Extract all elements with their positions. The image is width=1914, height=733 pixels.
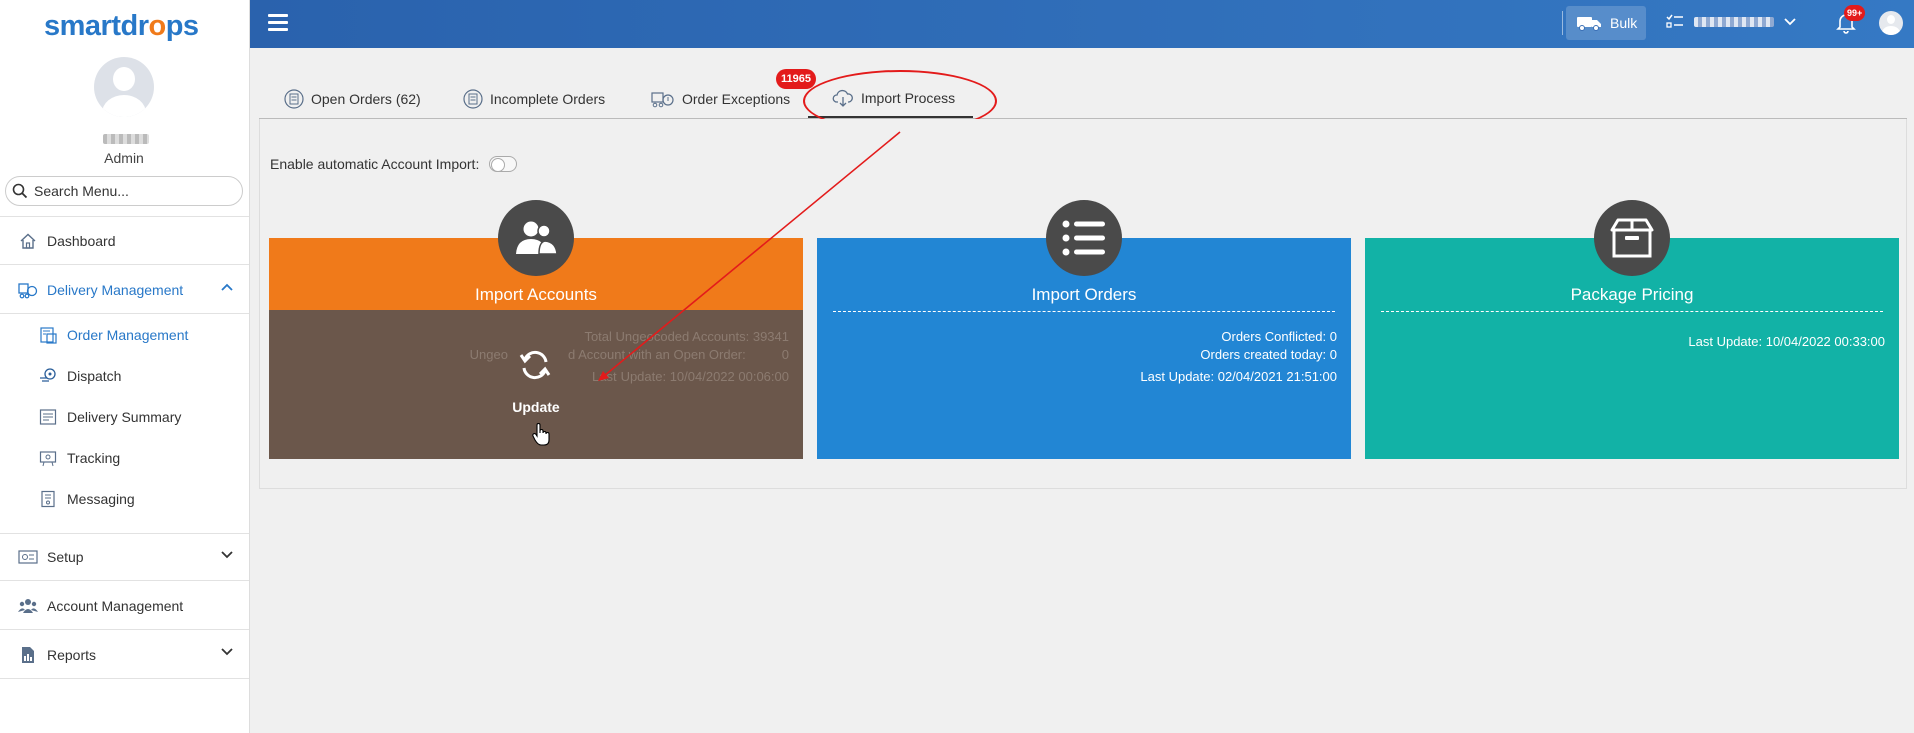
search-menu-box[interactable] xyxy=(5,176,243,206)
users-icon xyxy=(516,221,558,255)
clipboard-icon xyxy=(463,89,483,109)
import-orders-title: Import Orders xyxy=(1031,285,1137,304)
sidebar-subitem-dispatch[interactable]: Dispatch xyxy=(0,356,249,396)
import-accounts-title: Import Accounts xyxy=(475,285,597,304)
package-box-icon xyxy=(1610,218,1654,258)
import-accounts-circle xyxy=(498,200,574,276)
tab-incomplete-orders[interactable]: Incomplete Orders xyxy=(463,80,605,118)
import-orders-card[interactable]: Import Orders Orders Conflicted: 0 Order… xyxy=(817,200,1351,459)
package-pricing-card[interactable]: Package Pricing Last Update: 10/04/2022 … xyxy=(1365,200,1899,459)
import-accounts-card: Import Accounts Total Ungeocoded Account… xyxy=(269,200,803,459)
summary-icon xyxy=(38,407,58,427)
report-icon xyxy=(18,645,38,665)
chevron-down-icon xyxy=(1784,18,1796,26)
task-list-icon xyxy=(1666,14,1683,28)
sidebar-item-dashboard[interactable]: Dashboard xyxy=(0,217,249,265)
update-button-label[interactable]: Update xyxy=(269,399,803,415)
sidebar-subitem-order-management[interactable]: Order Management xyxy=(0,315,249,355)
tab-import-process[interactable]: Import Process xyxy=(808,80,974,118)
sidebar-item-account-management[interactable]: Account Management xyxy=(0,582,249,630)
list-icon xyxy=(1062,220,1105,256)
orders-conflicted-line: Orders Conflicted: 0 xyxy=(1221,329,1337,344)
package-pricing-title: Package Pricing xyxy=(1570,285,1694,304)
house-icon xyxy=(18,231,38,251)
refresh-icon[interactable] xyxy=(516,346,554,384)
hand-cursor-icon xyxy=(532,423,550,446)
tab-open-orders[interactable]: Open Orders (62) xyxy=(284,80,421,118)
package-pricing-last-update: Last Update: 10/04/2022 00:33:00 xyxy=(1688,334,1885,349)
sidebar-item-reports[interactable]: Reports xyxy=(0,631,249,679)
user-name-redacted xyxy=(103,134,149,144)
notification-badge: 99+ xyxy=(1844,5,1866,21)
delivery-icon xyxy=(18,280,38,300)
smartdrops-logo[interactable]: smartdrops xyxy=(44,10,199,43)
sidebar-subitem-delivery-summary[interactable]: Delivery Summary xyxy=(0,397,249,437)
account-name-redacted xyxy=(1694,17,1774,27)
auto-import-setting: Enable automatic Account Import: xyxy=(270,156,518,172)
user-avatar[interactable] xyxy=(94,57,154,117)
order-icon xyxy=(38,325,58,345)
chevron-down-icon xyxy=(221,648,233,656)
sidebar-subitem-messaging[interactable]: Messaging xyxy=(0,479,249,519)
user-role: Admin xyxy=(104,150,144,166)
cloud-download-icon xyxy=(832,89,854,107)
auto-import-toggle[interactable] xyxy=(489,156,518,172)
users-icon xyxy=(18,596,38,616)
sidebar-subitem-tracking[interactable]: Tracking xyxy=(0,438,249,478)
tracking-icon xyxy=(38,448,58,468)
sidebar: smartdrops Admin Dashboard Delivery Mana… xyxy=(0,0,250,733)
dispatch-icon xyxy=(38,366,58,386)
sidebar-item-delivery-management[interactable]: Delivery Management xyxy=(0,266,249,314)
search-icon xyxy=(12,183,28,199)
tab-order-exceptions[interactable]: Order Exceptions xyxy=(651,80,790,118)
delivery-exception-icon xyxy=(651,89,675,109)
messaging-icon xyxy=(38,489,58,509)
search-menu-input[interactable] xyxy=(34,183,234,199)
chevron-up-icon xyxy=(221,283,233,291)
top-bar: Bulk 99+ xyxy=(250,0,1914,48)
hamburger-menu-icon[interactable] xyxy=(268,14,288,32)
ungeocoded-accounts-line: Total Ungeocoded Accounts: 39341 xyxy=(584,329,789,344)
import-orders-last-update: Last Update: 02/04/2021 21:51:00 xyxy=(1140,369,1337,384)
clipboard-icon xyxy=(284,89,304,109)
import-orders-circle xyxy=(1046,200,1122,276)
user-avatar-top[interactable] xyxy=(1879,11,1903,35)
orders-created-today-line: Orders created today: 0 xyxy=(1200,347,1337,362)
bulk-button[interactable]: Bulk xyxy=(1566,6,1646,40)
import-accounts-last-update: Last Update: 10/04/2022 00:06:00 xyxy=(591,369,789,384)
sidebar-item-setup[interactable]: Setup xyxy=(0,533,249,581)
account-selector[interactable] xyxy=(1666,14,1796,30)
truck-icon xyxy=(1577,17,1601,31)
package-pricing-circle xyxy=(1594,200,1670,276)
setup-icon xyxy=(18,547,38,567)
chevron-down-icon xyxy=(221,551,233,559)
